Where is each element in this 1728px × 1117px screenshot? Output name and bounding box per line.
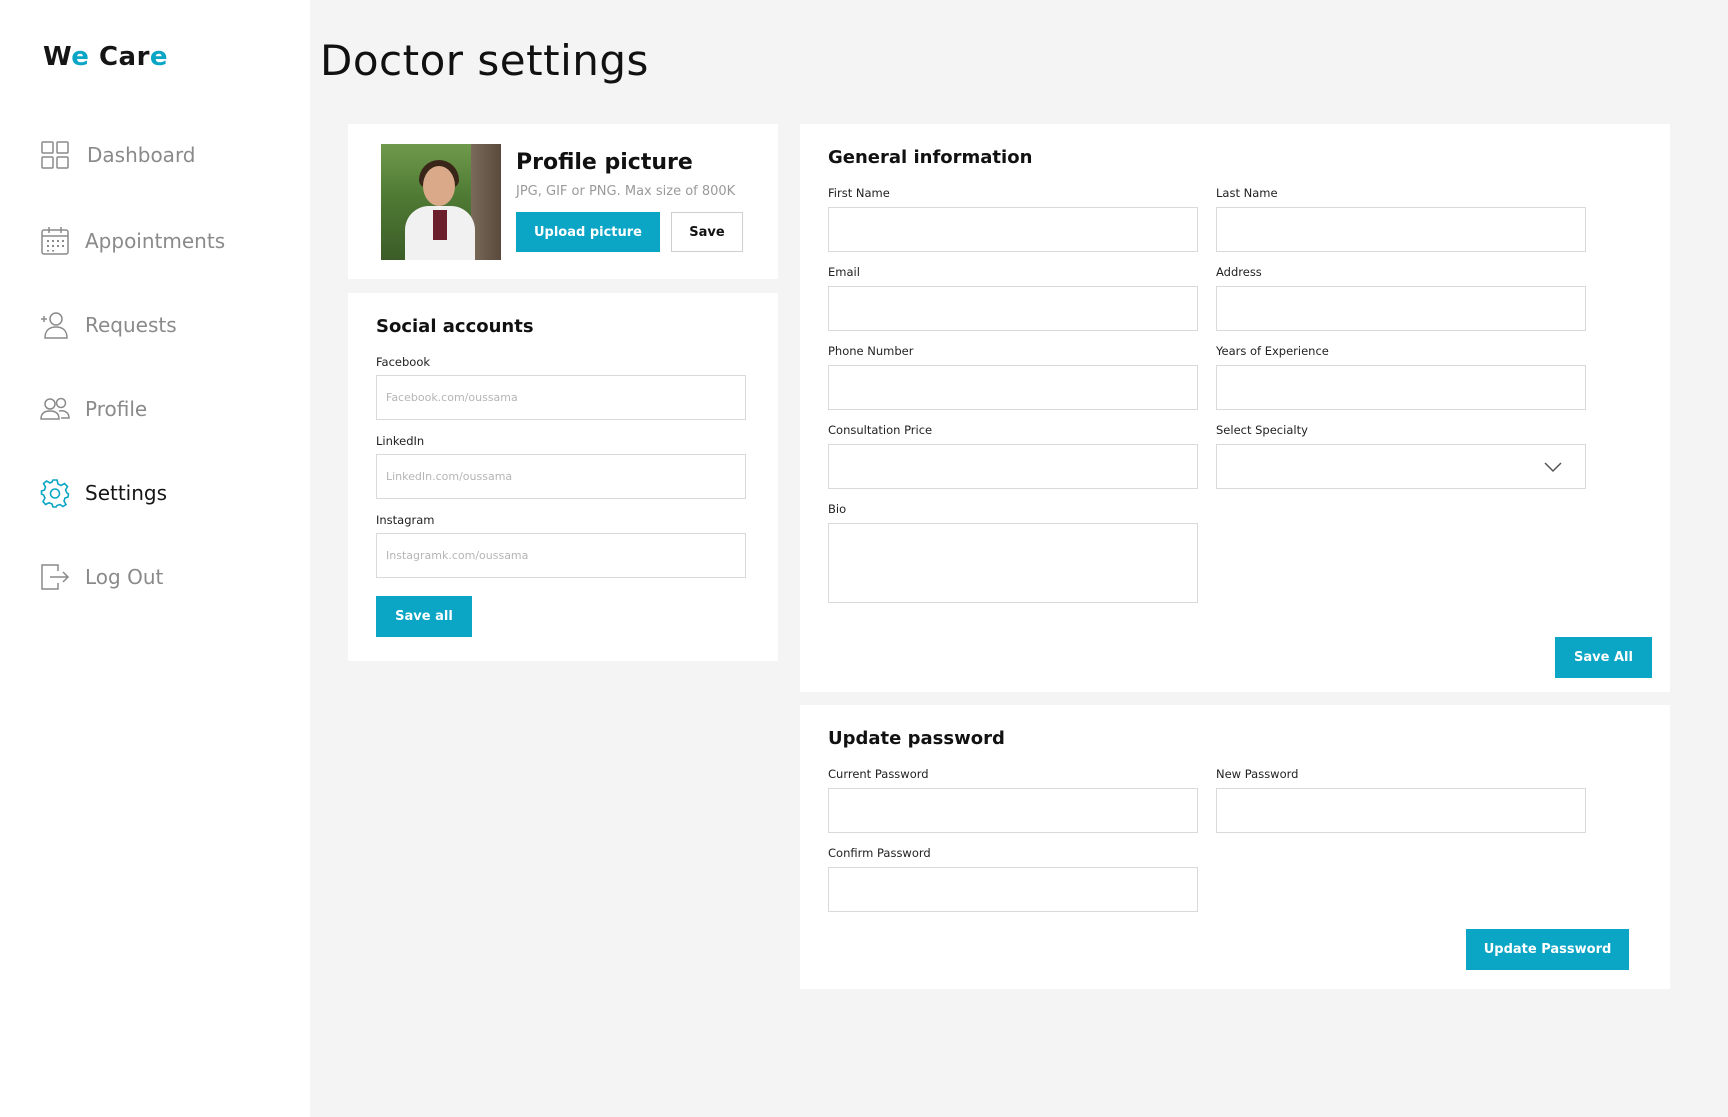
sidebar: We Care Dashboard Appointments Requests … xyxy=(0,0,310,1117)
profile-photo xyxy=(381,144,501,260)
confirm-password-input[interactable] xyxy=(828,867,1198,912)
general-information-title: General information xyxy=(828,147,1033,168)
sidebar-item-requests[interactable]: Requests xyxy=(40,305,177,345)
profile-picture-hint: JPG, GIF or PNG. Max size of 800K xyxy=(516,184,736,199)
social-accounts-card: Social accounts Facebook LinkedIn Instag… xyxy=(348,293,778,661)
sidebar-item-label: Profile xyxy=(85,397,148,421)
current-password-input[interactable] xyxy=(828,788,1198,833)
chevron-down-icon xyxy=(1544,462,1562,473)
specialty-select[interactable] xyxy=(1216,444,1586,489)
instagram-label: Instagram xyxy=(376,513,435,527)
bio-label: Bio xyxy=(828,502,847,516)
brand-part1-b: e xyxy=(71,42,90,72)
users-icon xyxy=(40,394,70,424)
current-password-label: Current Password xyxy=(828,767,929,781)
facebook-input[interactable] xyxy=(376,375,746,420)
address-input[interactable] xyxy=(1216,286,1586,331)
address-label: Address xyxy=(1216,265,1262,279)
phone-input[interactable] xyxy=(828,365,1198,410)
page-title: Doctor settings xyxy=(320,36,649,85)
bio-textarea[interactable] xyxy=(828,523,1198,603)
brand-part1-a: W xyxy=(43,42,72,72)
first-name-label: First Name xyxy=(828,186,890,200)
confirm-password-label: Confirm Password xyxy=(828,846,931,860)
update-password-button[interactable]: Update Password xyxy=(1466,929,1629,970)
sidebar-item-logout[interactable]: Log Out xyxy=(40,557,163,597)
calendar-icon xyxy=(40,226,70,256)
sidebar-item-label: Dashboard xyxy=(87,143,196,167)
brand-part2-b: e xyxy=(149,42,169,72)
sidebar-item-profile[interactable]: Profile xyxy=(40,389,147,429)
email-label: Email xyxy=(828,265,860,279)
experience-label: Years of Experience xyxy=(1216,344,1329,358)
general-information-card: General information First Name Last Name… xyxy=(800,124,1670,692)
experience-input[interactable] xyxy=(1216,365,1586,410)
last-name-input[interactable] xyxy=(1216,207,1586,252)
new-password-label: New Password xyxy=(1216,767,1299,781)
facebook-label: Facebook xyxy=(376,355,431,369)
price-label: Consultation Price xyxy=(828,423,933,437)
logout-icon xyxy=(40,562,70,592)
brand-logo[interactable]: We Care xyxy=(43,42,168,72)
save-picture-button[interactable]: Save xyxy=(671,212,743,252)
sidebar-item-dashboard[interactable]: Dashboard xyxy=(40,135,196,175)
save-general-button[interactable]: Save All xyxy=(1555,637,1652,678)
sidebar-item-label: Appointments xyxy=(85,229,226,253)
email-input[interactable] xyxy=(828,286,1198,331)
sidebar-item-label: Log Out xyxy=(85,565,164,589)
linkedin-label: LinkedIn xyxy=(376,434,425,448)
sidebar-item-appointments[interactable]: Appointments xyxy=(40,221,225,261)
gear-icon xyxy=(40,478,70,508)
new-password-input[interactable] xyxy=(1216,788,1586,833)
update-password-title: Update password xyxy=(828,728,1005,749)
last-name-label: Last Name xyxy=(1216,186,1278,200)
social-accounts-title: Social accounts xyxy=(376,316,534,337)
update-password-card: Update password Current Password New Pas… xyxy=(800,705,1670,989)
sidebar-item-label: Requests xyxy=(85,313,177,337)
sidebar-item-label: Settings xyxy=(85,481,168,505)
price-input[interactable] xyxy=(828,444,1198,489)
dashboard-grid-icon xyxy=(40,140,70,170)
linkedin-input[interactable] xyxy=(376,454,746,499)
phone-label: Phone Number xyxy=(828,344,914,358)
sidebar-item-settings[interactable]: Settings xyxy=(40,473,167,513)
save-social-button[interactable]: Save all xyxy=(376,596,472,637)
first-name-input[interactable] xyxy=(828,207,1198,252)
specialty-label: Select Specialty xyxy=(1216,423,1308,437)
upload-picture-button[interactable]: Upload picture xyxy=(516,212,660,252)
add-user-icon xyxy=(40,310,70,340)
brand-part2-a: Car xyxy=(98,42,150,72)
profile-picture-card: Profile picture JPG, GIF or PNG. Max siz… xyxy=(348,124,778,279)
profile-picture-title: Profile picture xyxy=(516,150,693,175)
instagram-input[interactable] xyxy=(376,533,746,578)
